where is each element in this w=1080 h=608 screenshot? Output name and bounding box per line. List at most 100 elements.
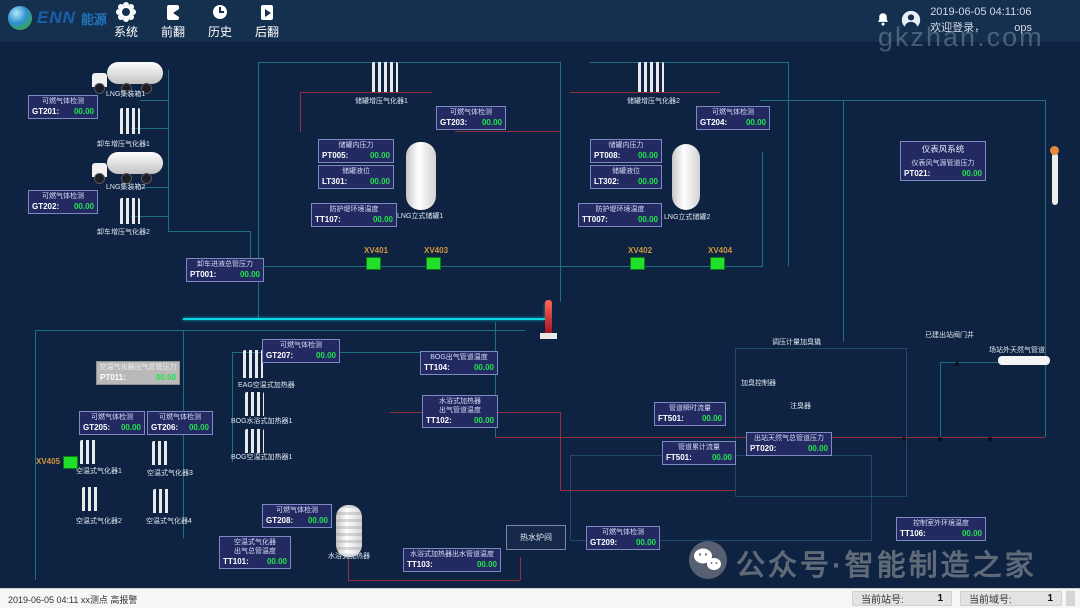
box-value-row: PT001:00.00 <box>187 269 263 279</box>
brand-text: ENN <box>37 8 76 28</box>
instrument-tag: PT020: <box>750 444 776 453</box>
box-title: 空温式气化器 <box>220 538 290 547</box>
pipe-segment <box>940 362 941 438</box>
instrument-value: 00.00 <box>474 416 494 425</box>
box-title: 可燃气体检测 <box>437 108 505 117</box>
instrument-tag: GT201: <box>32 107 59 116</box>
instrument-box-tt102: 水浴式加热器出气管道温度TT102:00.00 <box>422 395 498 428</box>
valve-label-xv401: XV401 <box>364 246 388 255</box>
equip-label-odor_skid: 调压计量加臭撬 <box>772 337 821 347</box>
instrument-value: 00.00 <box>74 202 94 211</box>
box-title: 仪表风系统 <box>901 143 985 159</box>
pipe-segment <box>168 231 251 232</box>
pipe-segment <box>35 330 525 331</box>
instrument-tag: GT208: <box>266 516 293 525</box>
instrument-value: 00.00 <box>370 177 390 186</box>
box-value-row: PT021:00.00 <box>901 168 985 178</box>
pipe-segment <box>735 348 907 349</box>
box-value-row: TT107:00.00 <box>312 214 396 224</box>
box-title: 可燃气体检测 <box>263 506 331 515</box>
pipe-segment <box>520 557 521 580</box>
box-value-row: GT201:00.00 <box>29 106 97 116</box>
valve-xv405[interactable] <box>63 456 78 469</box>
page-prev-icon <box>167 4 179 20</box>
valve-xv404[interactable] <box>710 257 725 270</box>
pipe-segment <box>570 455 571 540</box>
box-title: 出气管道温度 <box>423 406 497 415</box>
instrument-tag: PT021: <box>904 169 930 178</box>
box-value-row: GT204:00.00 <box>697 117 769 127</box>
domain-label: 当前域号: <box>969 591 1012 606</box>
equip-label-valve_well: 已建出站阀门井 <box>925 330 974 340</box>
lng-truck-icon <box>85 150 163 184</box>
instrument-box-gt205: 可燃气体检测GT205:00.00 <box>79 411 145 435</box>
bell-icon[interactable] <box>874 11 892 29</box>
menu-item-page-prev[interactable]: 前翻 <box>150 4 196 40</box>
station-value: 1 <box>937 593 943 604</box>
heater-coil-icon <box>245 392 264 416</box>
pipe-segment <box>232 352 233 462</box>
instrument-box-pt008: 储罐内压力PT008:00.00 <box>590 139 662 163</box>
vaporizer-coil-icon <box>80 440 98 464</box>
instrument-box-pt005: 储罐内压力PT005:00.00 <box>318 139 394 163</box>
enn-logo[interactable]: ENN 能源 <box>8 6 107 30</box>
instrument-value: 00.00 <box>474 363 494 372</box>
pipe-segment <box>183 318 545 320</box>
box-value-row: FT501:00.00 <box>655 413 725 423</box>
instrument-box-pt020: 出站天然气总管道压力PT020:00.00 <box>746 432 832 456</box>
instrument-box-ft501a: 管道瞬时流量FT501:00.00 <box>654 402 726 426</box>
valve-label-xv403: XV403 <box>424 246 448 255</box>
equip-label-truck2: LNG集装箱2 <box>106 182 145 192</box>
menu-item-history[interactable]: 历史 <box>197 4 243 40</box>
equip-label-tank1: LNG立式储罐1 <box>397 211 443 221</box>
menu-item-page-next[interactable]: 后翻 <box>244 4 290 40</box>
box-value-row: GT206:00.00 <box>148 422 212 432</box>
instrument-tag: PT001: <box>190 270 216 279</box>
instrument-tag: LT302: <box>594 177 619 186</box>
box-title: 控制室外环境温度 <box>897 519 985 528</box>
box-value-row: GT209:00.00 <box>587 537 659 547</box>
pipe-segment <box>300 92 432 93</box>
box-title: 出站天然气总管道压力 <box>747 434 831 443</box>
valve-xv403[interactable] <box>426 257 441 270</box>
equip-label-odor_ctrl: 加臭控制器 <box>741 378 776 388</box>
pipe-segment <box>762 152 763 267</box>
pipe-segment <box>35 330 36 580</box>
equip-label-storage_vap2: 储罐增压气化器2 <box>627 96 680 106</box>
instrument-tag: TT102: <box>426 416 452 425</box>
outgoing-pipe-icon <box>998 356 1050 365</box>
instrument-box-pt001: 卸车进液总管压力PT001:00.00 <box>186 258 264 282</box>
instrument-tag: PT011: <box>100 373 126 382</box>
box-title: 水浴式加热器出水管道温度 <box>404 550 500 559</box>
instrument-box-gt206: 可燃气体检测GT206:00.00 <box>147 411 213 435</box>
instrument-tag: PT008: <box>594 151 620 160</box>
box-title: 可燃气体检测 <box>263 341 339 350</box>
instrument-tag: TT104: <box>424 363 450 372</box>
box-title: 储罐内压力 <box>591 141 661 150</box>
box-title: BOG出气管道温度 <box>421 353 497 362</box>
valve-xv402[interactable] <box>630 257 645 270</box>
instrument-tag: PT005: <box>322 151 348 160</box>
pipe-segment <box>560 490 735 491</box>
scada-screen: ENN 能源 系统 前翻 历史 后翻 <box>0 0 1080 608</box>
equip-label-odor_inj: 注臭器 <box>790 401 811 411</box>
domain-value: 1 <box>1047 593 1053 604</box>
equip-label-storage_vap1: 储罐增压气化器1 <box>355 96 408 106</box>
alarm-status-text: 2019-06-05 04:11 xx测点 高报警 <box>8 593 137 606</box>
box-title: 储罐液位 <box>319 167 393 176</box>
vaporizer-coil-icon <box>120 198 140 224</box>
vaporizer-coil-icon <box>120 108 140 134</box>
instrument-box-lt302: 储罐液位LT302:00.00 <box>590 165 662 189</box>
equip-label-air_vap3: 空温式气化器3 <box>147 468 193 478</box>
box-value-row: PT008:00.00 <box>591 150 661 160</box>
valve-label-xv402: XV402 <box>628 246 652 255</box>
valve-xv401[interactable] <box>366 257 381 270</box>
welcome-text: 欢迎登录， <box>930 22 985 34</box>
menu-item-system[interactable]: 系统 <box>103 4 149 40</box>
lng-storage-tank-icon <box>406 142 436 210</box>
box-title: 防护堤环境温度 <box>312 205 396 214</box>
pipe-segment <box>843 100 844 342</box>
avatar[interactable] <box>900 9 922 31</box>
box-value-row: GT208:00.00 <box>263 515 331 525</box>
instrument-value: 00.00 <box>638 215 658 224</box>
